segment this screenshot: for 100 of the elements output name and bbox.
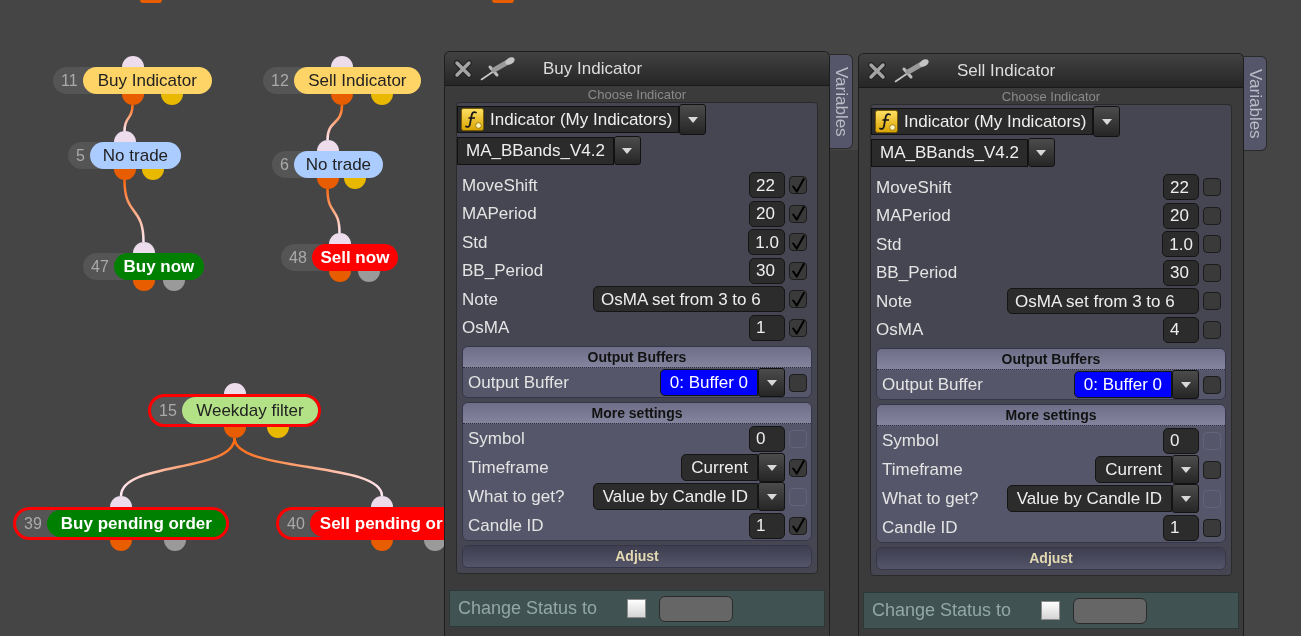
dropdown-button[interactable] <box>613 136 641 165</box>
value-dropdown[interactable]: Current <box>681 454 758 481</box>
section-header[interactable]: More settings <box>877 405 1225 426</box>
dropdown-button[interactable] <box>679 104 707 135</box>
status-field[interactable] <box>659 595 734 622</box>
output-port-icon[interactable] <box>316 178 339 189</box>
number-field[interactable]: 1 <box>749 512 785 539</box>
indicator-dropdown[interactable]: MA_BBands_V4.2 <box>457 136 614 165</box>
indicator-dropdown[interactable]: MA_BBands_V4.2 <box>871 138 1028 167</box>
text-field[interactable]: OsMA set from 3 to 6 <box>1007 288 1199 315</box>
pushpin-icon[interactable] <box>894 58 931 83</box>
number-field[interactable]: 30 <box>749 257 785 284</box>
output-port-icon[interactable] <box>331 94 353 105</box>
dropdown-button[interactable] <box>1172 484 1199 513</box>
checkbox[interactable] <box>1203 206 1221 225</box>
output-port-icon[interactable] <box>164 540 186 551</box>
output-port-icon[interactable] <box>223 427 246 438</box>
output-port-icon[interactable] <box>162 280 185 291</box>
section-header[interactable]: Adjust <box>877 548 1225 569</box>
output-port-icon[interactable] <box>344 178 367 189</box>
input-port-icon[interactable] <box>223 383 246 394</box>
number-field[interactable]: 1 <box>1163 514 1199 541</box>
node[interactable]: 11 Buy Indicator <box>53 67 212 94</box>
close-icon[interactable] <box>867 60 887 81</box>
number-field[interactable]: 20 <box>749 200 785 227</box>
output-port-icon[interactable] <box>141 169 164 180</box>
status-checkbox[interactable] <box>1041 601 1061 620</box>
value-dropdown[interactable]: Current <box>1095 456 1172 483</box>
node[interactable]: 40 Sell pending or <box>276 507 445 540</box>
node[interactable]: 48 Sell now <box>281 244 398 271</box>
input-port-icon[interactable] <box>331 56 353 67</box>
status-checkbox[interactable] <box>627 599 647 618</box>
variables-tab[interactable]: Variables <box>830 54 853 149</box>
dropdown-button[interactable] <box>758 482 785 511</box>
node[interactable]: 39 Buy pending order <box>13 507 229 540</box>
section-header[interactable]: More settings <box>463 403 811 424</box>
output-port-icon[interactable] <box>371 540 393 551</box>
node[interactable]: 6 No trade <box>272 151 383 178</box>
indicator-type-dropdown[interactable]: Indicator (My Indicators) <box>871 108 1094 135</box>
checkbox[interactable] <box>789 261 807 280</box>
input-port-icon[interactable] <box>316 140 339 151</box>
output-port-icon[interactable] <box>357 271 380 282</box>
checkbox[interactable] <box>1203 518 1221 537</box>
dropdown-button[interactable] <box>1172 455 1199 484</box>
input-port-icon[interactable] <box>113 131 136 142</box>
node[interactable]: 15 Weekday filter <box>148 394 321 427</box>
pushpin-icon[interactable] <box>480 56 517 81</box>
checkbox[interactable] <box>1203 375 1221 394</box>
number-field[interactable]: 20 <box>1163 202 1199 229</box>
checkbox[interactable] <box>1203 178 1221 197</box>
input-port-icon[interactable] <box>328 233 351 244</box>
number-field[interactable]: 22 <box>749 172 785 199</box>
checkbox[interactable] <box>789 516 807 535</box>
checkbox[interactable] <box>1203 235 1221 254</box>
input-port-icon[interactable] <box>121 56 144 67</box>
number-field[interactable]: 1 <box>749 314 785 341</box>
dropdown-button[interactable] <box>758 453 785 482</box>
variables-tab[interactable]: Variables <box>1244 56 1267 151</box>
checkbox[interactable] <box>1203 460 1221 479</box>
value-dropdown[interactable]: 0: Buffer 0 <box>1073 371 1172 398</box>
output-port-icon[interactable] <box>266 427 289 438</box>
value-dropdown[interactable]: 0: Buffer 0 <box>659 369 758 396</box>
output-port-icon[interactable] <box>370 94 393 105</box>
checkbox[interactable] <box>1203 263 1221 282</box>
input-port-icon[interactable] <box>132 242 155 253</box>
output-port-icon[interactable] <box>161 94 184 105</box>
checkbox[interactable] <box>789 458 807 477</box>
status-field[interactable] <box>1073 597 1148 624</box>
input-port-icon[interactable] <box>371 496 393 507</box>
output-port-icon[interactable] <box>132 280 155 291</box>
indicator-type-dropdown[interactable]: Indicator (My Indicators) <box>457 106 680 133</box>
node[interactable]: 5 No trade <box>68 142 181 169</box>
checkbox[interactable] <box>1203 320 1221 339</box>
checkbox[interactable] <box>789 204 807 223</box>
output-port-icon[interactable] <box>121 94 144 105</box>
output-port-icon[interactable] <box>113 169 136 180</box>
checkbox[interactable] <box>789 233 807 252</box>
text-field[interactable]: OsMA set from 3 to 6 <box>593 286 785 313</box>
input-port-icon[interactable] <box>110 496 132 507</box>
number-field[interactable]: 30 <box>1163 259 1199 286</box>
checkbox[interactable] <box>789 318 807 337</box>
number-field[interactable]: 1.0 <box>748 229 785 256</box>
number-field[interactable]: 4 <box>1163 316 1199 343</box>
node[interactable]: 12 Sell Indicator <box>263 67 421 94</box>
checkbox[interactable] <box>789 290 807 309</box>
dropdown-button[interactable] <box>1093 106 1121 137</box>
dropdown-button[interactable] <box>1027 138 1055 167</box>
close-icon[interactable] <box>453 58 473 79</box>
output-port-icon[interactable] <box>110 540 132 551</box>
dropdown-button[interactable] <box>1172 370 1199 399</box>
dropdown-button[interactable] <box>758 368 785 397</box>
output-port-icon[interactable] <box>328 271 351 282</box>
number-field[interactable]: 22 <box>1163 174 1199 201</box>
section-header[interactable]: Output Buffers <box>463 347 811 368</box>
number-field[interactable]: 1.0 <box>1162 231 1199 258</box>
checkbox[interactable] <box>1203 292 1221 311</box>
checkbox[interactable] <box>789 176 807 195</box>
section-header[interactable]: Output Buffers <box>877 349 1225 370</box>
checkbox[interactable] <box>789 373 807 392</box>
node[interactable]: 47 Buy now <box>83 253 204 280</box>
